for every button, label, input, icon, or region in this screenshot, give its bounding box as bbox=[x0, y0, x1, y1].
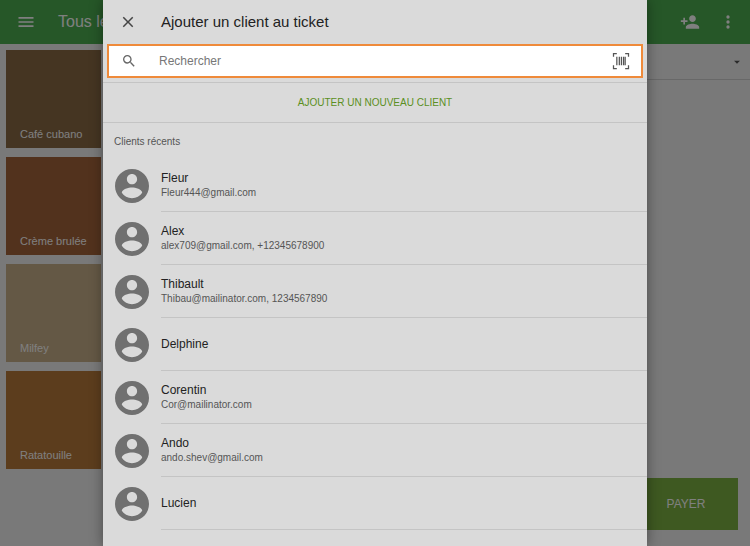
search-icon bbox=[121, 53, 137, 69]
client-name: Lucien bbox=[161, 495, 647, 511]
client-name: Thibault bbox=[161, 276, 647, 292]
avatar-icon bbox=[115, 169, 149, 203]
client-row[interactable]: FleurFleur444@gmail.com bbox=[103, 159, 647, 212]
dialog-header: Ajouter un client au ticket bbox=[103, 0, 647, 44]
section-title: Clients récents bbox=[114, 134, 180, 149]
client-row[interactable]: CorentinCor@mailinator.com bbox=[103, 371, 647, 424]
avatar-icon bbox=[115, 487, 149, 521]
client-name: Alex bbox=[161, 223, 647, 239]
client-list: FleurFleur444@gmail.comAlexalex709@gmail… bbox=[103, 159, 647, 530]
avatar-icon bbox=[115, 222, 149, 256]
client-details: ando.shev@gmail.com bbox=[161, 451, 647, 465]
client-details: Thibau@mailinator.com, 1234567890 bbox=[161, 292, 647, 306]
client-details: Fleur444@gmail.com bbox=[161, 186, 647, 200]
client-name: Fleur bbox=[161, 170, 647, 186]
client-name: Delphine bbox=[161, 336, 647, 352]
client-name: Corentin bbox=[161, 382, 647, 398]
barcode-scan-icon[interactable] bbox=[611, 51, 631, 71]
client-details: Cor@mailinator.com bbox=[161, 398, 647, 412]
avatar-icon bbox=[115, 381, 149, 415]
client-details: alex709@gmail.com, +12345678900 bbox=[161, 239, 647, 253]
close-icon[interactable] bbox=[119, 13, 137, 31]
avatar-icon bbox=[115, 275, 149, 309]
client-row[interactable]: ThibaultThibau@mailinator.com, 123456789… bbox=[103, 265, 647, 318]
dialog-title: Ajouter un client au ticket bbox=[161, 11, 329, 34]
client-row[interactable]: Lucien bbox=[103, 477, 647, 530]
avatar-icon bbox=[115, 434, 149, 468]
add-new-client-button[interactable]: AJOUTER UN NOUVEAU CLIENT bbox=[103, 83, 647, 123]
client-row[interactable]: Alexalex709@gmail.com, +12345678900 bbox=[103, 212, 647, 265]
search-input[interactable] bbox=[159, 52, 611, 70]
avatar-icon bbox=[115, 328, 149, 362]
add-client-dialog: Ajouter un client au ticket AJOUTER UN N… bbox=[103, 0, 647, 546]
client-row[interactable]: Delphine bbox=[103, 318, 647, 371]
search-field[interactable] bbox=[107, 44, 643, 78]
client-row[interactable]: Andoando.shev@gmail.com bbox=[103, 424, 647, 477]
client-name: Ando bbox=[161, 435, 647, 451]
